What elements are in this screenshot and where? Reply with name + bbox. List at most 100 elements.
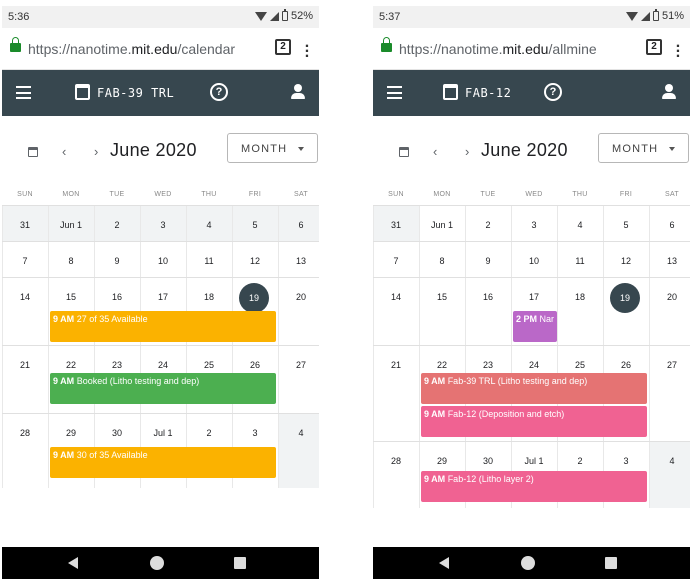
day-number[interactable]: 16 xyxy=(465,292,511,302)
day-number[interactable]: 20 xyxy=(278,292,319,302)
day-number[interactable]: 14 xyxy=(2,292,48,302)
day-number[interactable]: 26 xyxy=(603,360,649,370)
day-number[interactable]: 5 xyxy=(603,220,649,230)
day-cell[interactable] xyxy=(278,278,319,345)
day-number[interactable]: 3 xyxy=(140,220,186,230)
day-number[interactable]: 11 xyxy=(186,256,232,266)
browser-url-bar[interactable]: https://nanotime.mit.edu/calendar 2... xyxy=(2,28,319,70)
url-text[interactable]: https://nanotime.mit.edu/allmine xyxy=(399,41,597,57)
day-number[interactable]: 28 xyxy=(2,428,48,438)
calendar-event[interactable]: 9 AM Booked (Litho testing and dep) xyxy=(50,373,276,404)
day-number[interactable]: 14 xyxy=(373,292,419,302)
calendar-event[interactable]: 9 AM 30 of 35 Available xyxy=(50,447,276,478)
day-number[interactable]: 22 xyxy=(419,360,465,370)
calendar-icon[interactable] xyxy=(75,84,90,100)
day-number[interactable]: 13 xyxy=(278,256,319,266)
day-cell[interactable] xyxy=(465,278,511,345)
today-day-number[interactable]: 19 xyxy=(239,283,269,313)
day-number[interactable]: 4 xyxy=(649,456,690,466)
day-number[interactable]: 3 xyxy=(232,428,278,438)
day-number[interactable]: 18 xyxy=(557,292,603,302)
day-cell[interactable] xyxy=(419,278,465,345)
day-number[interactable]: 12 xyxy=(232,256,278,266)
day-number[interactable]: 2 xyxy=(465,220,511,230)
day-number[interactable]: 21 xyxy=(2,360,48,370)
calendar-event[interactable]: 9 AM Fab-39 TRL (Litho testing and dep) xyxy=(421,373,647,404)
day-number[interactable]: Jun 1 xyxy=(419,220,465,230)
prev-month-button[interactable]: ‹ xyxy=(433,144,437,159)
day-number[interactable]: 2 xyxy=(94,220,140,230)
day-number[interactable]: 17 xyxy=(511,292,557,302)
day-number[interactable]: 2 xyxy=(186,428,232,438)
day-number[interactable]: 23 xyxy=(94,360,140,370)
help-icon[interactable]: ? xyxy=(210,83,228,101)
day-number[interactable]: 12 xyxy=(603,256,649,266)
calendar-event[interactable]: 9 AM Fab-12 (Deposition and etch) xyxy=(421,406,647,437)
view-mode-select[interactable]: MONTH xyxy=(227,133,318,163)
day-cell[interactable] xyxy=(373,278,419,345)
day-number[interactable]: 6 xyxy=(649,220,690,230)
day-number[interactable]: 9 xyxy=(465,256,511,266)
day-number[interactable]: Jul 1 xyxy=(511,456,557,466)
recent-apps-icon[interactable] xyxy=(234,557,246,569)
day-cell[interactable] xyxy=(373,442,419,508)
day-number[interactable]: 30 xyxy=(465,456,511,466)
day-number[interactable]: 15 xyxy=(419,292,465,302)
day-number[interactable]: 3 xyxy=(511,220,557,230)
day-number[interactable]: 9 xyxy=(94,256,140,266)
day-cell[interactable] xyxy=(2,278,48,345)
browser-url-bar[interactable]: https://nanotime.mit.edu/allmine 2... xyxy=(373,28,690,70)
day-number[interactable]: 11 xyxy=(557,256,603,266)
today-icon[interactable] xyxy=(28,147,38,157)
day-cell[interactable] xyxy=(649,278,690,345)
calendar-icon[interactable] xyxy=(443,84,458,100)
day-number[interactable]: 4 xyxy=(557,220,603,230)
today-day-number[interactable]: 19 xyxy=(610,283,640,313)
day-cell[interactable] xyxy=(278,346,319,413)
next-month-button[interactable]: › xyxy=(94,144,98,159)
account-icon[interactable] xyxy=(662,84,676,100)
day-cell[interactable] xyxy=(2,346,48,413)
lab-selector[interactable]: FAB-12 xyxy=(465,86,511,100)
help-icon[interactable]: ? xyxy=(544,83,562,101)
day-cell[interactable] xyxy=(278,414,319,488)
day-number[interactable]: 10 xyxy=(140,256,186,266)
day-number[interactable]: 8 xyxy=(419,256,465,266)
day-number[interactable]: 4 xyxy=(186,220,232,230)
prev-month-button[interactable]: ‹ xyxy=(62,144,66,159)
day-number[interactable]: 30 xyxy=(94,428,140,438)
day-number[interactable]: 10 xyxy=(511,256,557,266)
day-number[interactable]: 25 xyxy=(557,360,603,370)
day-number[interactable]: 3 xyxy=(603,456,649,466)
day-number[interactable]: 31 xyxy=(373,220,419,230)
day-cell[interactable] xyxy=(649,442,690,508)
day-number[interactable]: Jul 1 xyxy=(140,428,186,438)
view-mode-select[interactable]: MONTH xyxy=(598,133,689,163)
day-number[interactable]: 6 xyxy=(278,220,319,230)
day-number[interactable]: 26 xyxy=(232,360,278,370)
day-number[interactable]: 24 xyxy=(140,360,186,370)
home-icon[interactable] xyxy=(150,556,164,570)
day-number[interactable]: 21 xyxy=(373,360,419,370)
back-icon[interactable] xyxy=(439,557,449,569)
day-cell[interactable] xyxy=(557,278,603,345)
home-icon[interactable] xyxy=(521,556,535,570)
day-number[interactable]: 27 xyxy=(649,360,690,370)
day-number[interactable]: 28 xyxy=(373,456,419,466)
tab-count-button[interactable]: 2 xyxy=(275,39,291,55)
day-number[interactable]: 22 xyxy=(48,360,94,370)
day-number[interactable]: 5 xyxy=(232,220,278,230)
day-number[interactable]: Jun 1 xyxy=(48,220,94,230)
day-number[interactable]: 16 xyxy=(94,292,140,302)
recent-apps-icon[interactable] xyxy=(605,557,617,569)
today-icon[interactable] xyxy=(399,147,409,157)
menu-icon[interactable] xyxy=(16,86,31,99)
menu-icon[interactable] xyxy=(387,86,402,99)
day-number[interactable]: 7 xyxy=(2,256,48,266)
next-month-button[interactable]: › xyxy=(465,144,469,159)
day-number[interactable]: 2 xyxy=(557,456,603,466)
day-number[interactable]: 20 xyxy=(649,292,690,302)
account-icon[interactable] xyxy=(291,84,305,100)
day-number[interactable]: 17 xyxy=(140,292,186,302)
day-number[interactable]: 8 xyxy=(48,256,94,266)
